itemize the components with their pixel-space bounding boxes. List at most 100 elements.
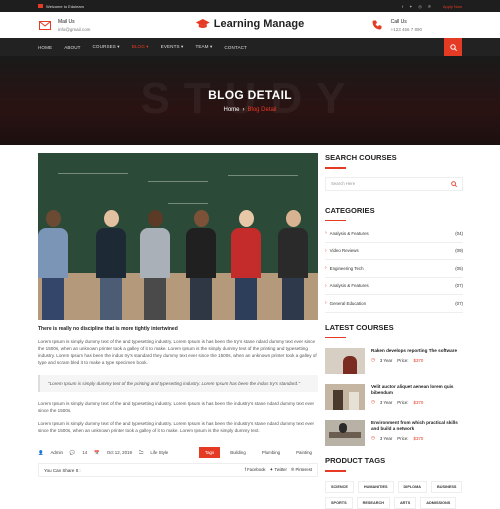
post-meta: 👤 Admin 💬 14 📅 Oct 12, 2019 🗀 Life Style… [38, 447, 318, 458]
facebook-icon[interactable]: f [402, 4, 403, 9]
welcome-text: Welcome to Eduleam [46, 3, 84, 9]
logo-text: Learning Manage [213, 18, 305, 30]
course-thumbnail [325, 384, 365, 410]
course-item[interactable]: Velit auctor aliquet aenean lorem quis b… [325, 384, 463, 410]
site-logo[interactable]: Learning Manage [195, 18, 305, 30]
post-comments[interactable]: 14 [82, 450, 87, 455]
product-tag[interactable]: ARTS [393, 496, 417, 509]
apply-now-link[interactable]: Apply Now [443, 4, 462, 9]
course-title[interactable]: Environment from which practical skills … [371, 420, 463, 432]
share-bar: You Can Share It : f Facebook ✦ Twitter … [38, 463, 318, 477]
instagram-icon[interactable]: ◎ [418, 4, 422, 9]
top-bar: Welcome to Eduleam f ✦ ◎ ℗ Apply Now [0, 0, 500, 12]
search-icon [449, 43, 457, 51]
breadcrumb-separator: › [242, 107, 245, 113]
product-tag[interactable]: RESEARCH [356, 496, 390, 509]
share-label: You Can Share It : [44, 467, 81, 473]
breadcrumb-home[interactable]: Home [223, 107, 239, 113]
course-item[interactable]: Raken develops reporting The software ◷ 3… [325, 348, 463, 374]
title-underline [325, 470, 346, 472]
envelope-icon [38, 4, 43, 8]
tag-link[interactable]: Painting [290, 447, 318, 458]
nav-item-blog[interactable]: BLOG ▾ [132, 44, 149, 50]
clock-icon: ◷ [371, 399, 375, 404]
category-item[interactable]: › Analysis & Features (07) [325, 278, 463, 295]
chevron-right-icon: › [325, 300, 327, 307]
social-links: f ✦ ◎ ℗ Apply Now [402, 4, 462, 9]
category-list: › Analysis & Features (04) › Video Reviews(… [325, 225, 463, 313]
phone-icon [371, 20, 384, 30]
nav-item-home[interactable]: HOME [38, 45, 52, 50]
call-label: Call Us [390, 18, 407, 25]
twitter-icon[interactable]: ✦ [409, 4, 412, 9]
mail-contact: Mail Us info@gmail.com [38, 19, 90, 32]
tags-label: Tags [198, 447, 221, 458]
tag-link[interactable]: Plumbing [256, 447, 286, 458]
latest-courses-list: Raken develops reporting The software ◷ 3… [325, 348, 463, 446]
blog-post: There is really no discipline that is mo… [38, 153, 318, 477]
user-icon: 👤 [38, 449, 44, 455]
main-nav: HOME ABOUT COURSES ▾ BLOG ▾ EVENTS ▾ TEA… [0, 38, 500, 56]
course-search-input[interactable]: Search Here [325, 176, 463, 191]
course-item[interactable]: Environment from which practical skills … [325, 420, 463, 446]
product-tag[interactable]: DIPLOMA [397, 480, 428, 493]
product-tag[interactable]: SCIENCE [325, 480, 354, 493]
chevron-right-icon: › [325, 230, 327, 237]
post-featured-image [38, 153, 318, 320]
product-tag[interactable]: BUSINESS [431, 480, 463, 493]
mail-label: Mail Us [58, 18, 75, 25]
title-underline [325, 167, 346, 169]
product-tag[interactable]: SPORTS [325, 496, 353, 509]
search-courses-title: SEARCH COURSES [325, 153, 397, 162]
call-value[interactable]: +123 456 7 890 [391, 27, 422, 32]
post-paragraph: Lorem Ipsum is simply dummy text of the … [38, 339, 317, 365]
site-header: Mail Us info@gmail.com Learning Manage C… [0, 12, 500, 38]
chalkboard [38, 153, 318, 273]
category-item[interactable]: › General Education (07) [325, 295, 463, 313]
product-tag[interactable]: ADMISSIONS [420, 496, 457, 509]
title-underline [325, 219, 346, 221]
post-paragraph: Lorem Ipsum is simply dummy text of the … [38, 421, 315, 433]
clock-icon: ◷ [371, 435, 375, 440]
share-facebook-button[interactable]: f Facebook [245, 467, 266, 473]
share-twitter-button[interactable]: ✦ Twitter [270, 467, 287, 473]
nav-item-about[interactable]: ABOUT [64, 45, 80, 50]
mail-value[interactable]: info@gmail.com [58, 27, 90, 32]
category-item[interactable]: › Analysis & Features (04) [325, 225, 463, 243]
course-title[interactable]: Velit auctor aliquet aenean lorem quis b… [371, 384, 463, 396]
graduation-cap-icon [195, 19, 210, 28]
product-tag[interactable]: HUMANITIES [357, 480, 394, 493]
mail-icon [38, 20, 51, 30]
nav-search-button[interactable] [444, 38, 462, 56]
clock-icon: ◷ [371, 357, 375, 362]
chevron-right-icon: › [325, 282, 327, 289]
course-thumbnail [325, 348, 365, 374]
breadcrumb-current: Blog Detail [247, 107, 277, 113]
chevron-right-icon: › [325, 265, 327, 272]
folder-icon: 🗀 [138, 449, 144, 455]
phone-contact: Call Us +123 456 7 890 [371, 19, 422, 32]
post-author[interactable]: Admin [50, 450, 62, 455]
nav-item-contact[interactable]: CONTACT [224, 45, 247, 50]
post-category[interactable]: Life Style [150, 450, 168, 455]
share-pinterest-button[interactable]: ℗ Pinterest [291, 467, 312, 473]
course-title[interactable]: Raken develops reporting The software [371, 348, 463, 354]
categories-title: CATEGORIES [325, 205, 375, 215]
title-underline [325, 336, 346, 338]
nav-item-team[interactable]: TEAM ▾ [195, 44, 212, 50]
calendar-icon: 📅 [94, 449, 100, 455]
product-tags: SCIENCE HUMANITIES DIPLOMA BUSINESS SPOR… [325, 480, 463, 509]
breadcrumb: Home › Blog Detail [223, 107, 276, 113]
latest-courses-title: LATEST COURSES [325, 322, 394, 332]
nav-item-courses[interactable]: COURSES ▾ [93, 44, 120, 50]
category-item[interactable]: › Engineering Tech (05) [325, 260, 463, 278]
tag-link[interactable]: Building [224, 447, 252, 458]
sidebar: SEARCH COURSES Search Here CATEGORIES › A… [325, 153, 463, 509]
course-thumbnail [325, 420, 365, 446]
pinterest-icon[interactable]: ℗ [428, 4, 431, 9]
product-tags-title: PRODUCT TAGS [325, 456, 386, 465]
nav-item-events[interactable]: EVENTS ▾ [161, 44, 184, 50]
search-icon[interactable] [451, 180, 457, 187]
post-paragraph: Lorem Ipsum is simply dummy text of the … [38, 401, 315, 413]
category-item[interactable]: › Video Reviews (09) [325, 243, 463, 260]
